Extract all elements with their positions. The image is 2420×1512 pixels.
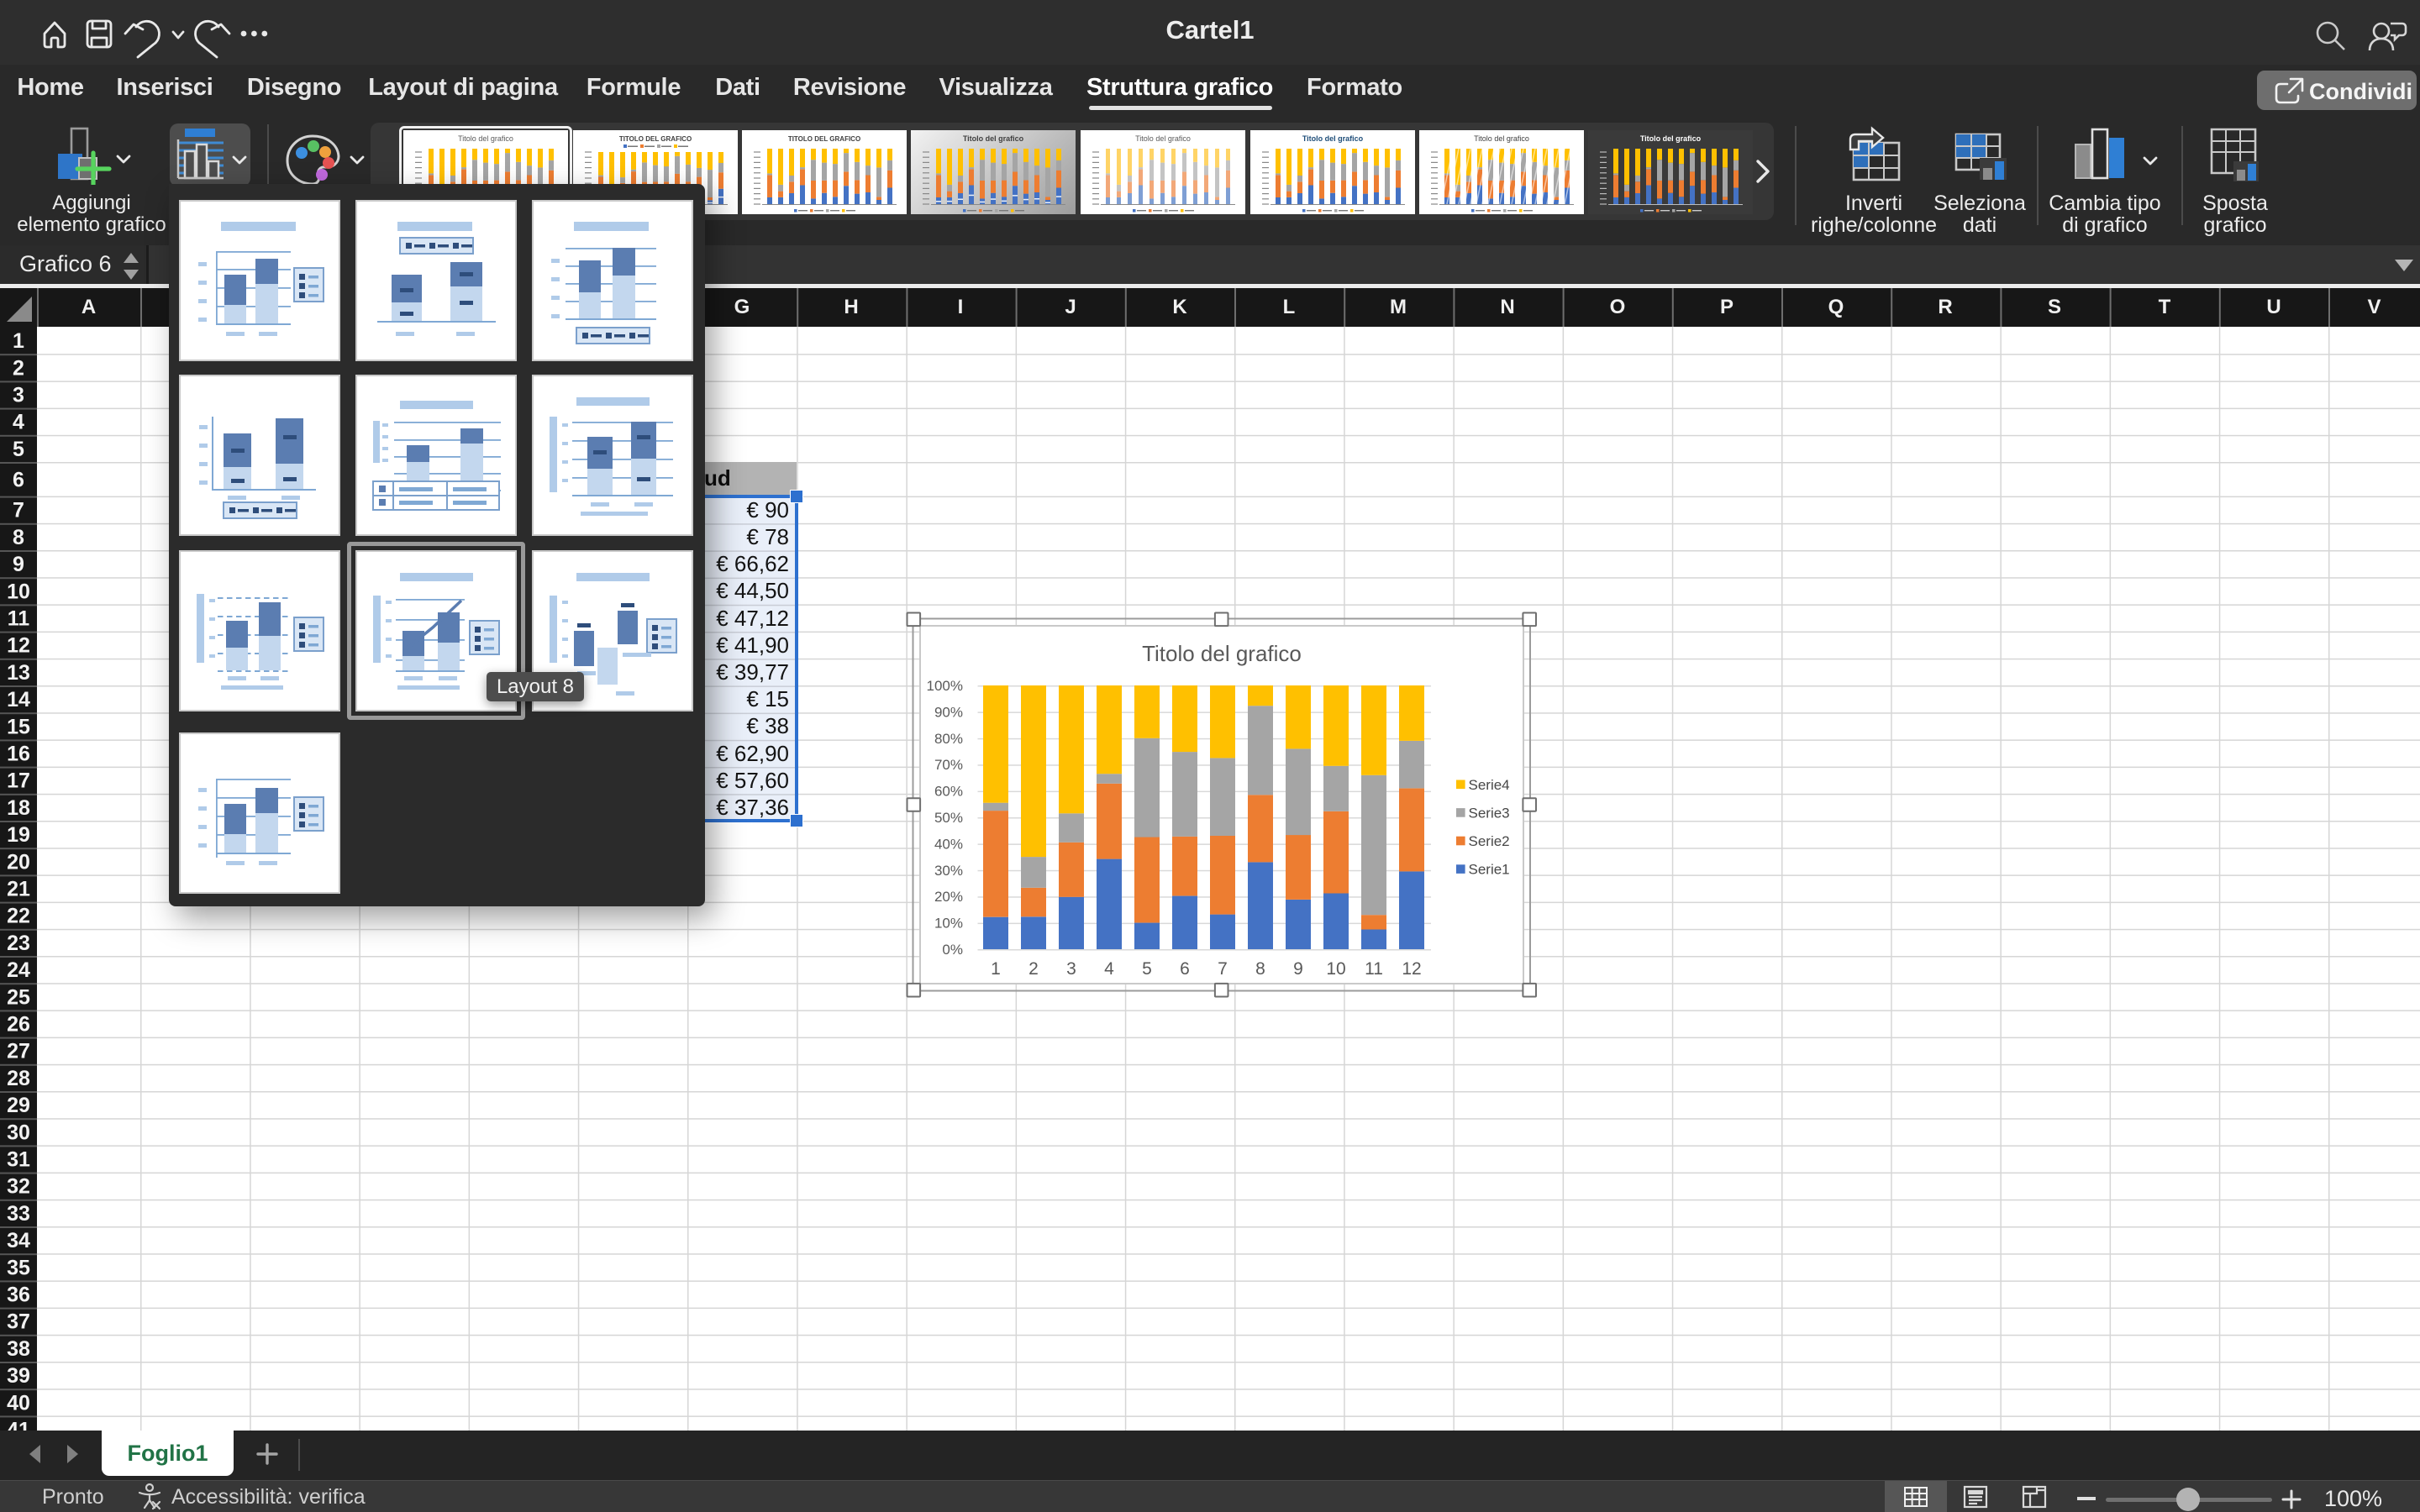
svg-text:9: 9 [13,553,24,576]
svg-text:Titolo del grafico: Titolo del grafico [1640,134,1702,143]
svg-text:Titolo del grafico: Titolo del grafico [1302,134,1364,143]
svg-text:1: 1 [991,959,1001,979]
svg-text:1: 1 [13,329,24,353]
svg-text:3: 3 [13,384,24,407]
svg-text:2: 2 [1028,959,1039,979]
svg-text:25: 25 [7,985,30,1009]
svg-text:28: 28 [7,1067,30,1090]
svg-text:37: 37 [7,1310,30,1334]
svg-text:33: 33 [7,1202,30,1226]
svg-text:31: 31 [7,1148,30,1172]
svg-text:90%: 90% [934,704,963,720]
svg-text:11: 11 [1365,959,1383,979]
svg-text:7: 7 [1218,959,1228,979]
svg-text:8: 8 [1255,959,1265,979]
svg-text:8: 8 [13,526,24,549]
svg-text:17: 17 [7,769,30,793]
svg-text:32: 32 [7,1175,30,1199]
svg-text:2: 2 [13,356,24,380]
svg-text:40: 40 [7,1391,30,1415]
svg-text:21: 21 [7,878,30,901]
svg-text:23: 23 [7,932,30,955]
svg-text:Serie2: Serie2 [1469,833,1510,849]
svg-text:0%: 0% [942,942,963,958]
svg-text:10: 10 [1326,959,1345,979]
svg-text:36: 36 [7,1284,30,1307]
svg-text:TITOLO DEL GRAFICO: TITOLO DEL GRAFICO [619,135,692,143]
svg-text:10: 10 [7,580,30,603]
svg-text:Titolo del grafico: Titolo del grafico [1474,134,1529,143]
svg-text:30%: 30% [934,863,963,879]
svg-text:6: 6 [13,468,24,491]
svg-text:20%: 20% [934,889,963,905]
svg-text:50%: 50% [934,810,963,826]
svg-text:60%: 60% [934,784,963,800]
svg-text:12: 12 [7,634,30,658]
svg-text:10%: 10% [934,916,963,932]
svg-text:12: 12 [1402,959,1421,979]
svg-text:13: 13 [7,661,30,685]
svg-text:39: 39 [7,1364,30,1388]
svg-text:Serie3: Serie3 [1469,805,1510,821]
svg-text:6: 6 [1180,959,1190,979]
svg-text:29: 29 [7,1094,30,1117]
svg-text:19: 19 [7,823,30,847]
svg-text:TITOLO DEL GRAFICO: TITOLO DEL GRAFICO [788,135,860,143]
svg-text:34: 34 [7,1229,30,1252]
svg-text:5: 5 [1142,959,1152,979]
svg-text:100%: 100% [927,678,963,694]
svg-text:4: 4 [1104,959,1114,979]
svg-text:16: 16 [7,743,30,766]
svg-text:Titolo del grafico: Titolo del grafico [1142,641,1302,666]
svg-text:5: 5 [13,438,24,461]
svg-text:27: 27 [7,1040,30,1063]
svg-text:Serie4: Serie4 [1469,777,1510,793]
svg-text:Serie1: Serie1 [1469,862,1510,878]
svg-text:35: 35 [7,1256,30,1279]
svg-text:20: 20 [7,850,30,874]
svg-text:7: 7 [13,499,24,522]
svg-text:14: 14 [7,688,30,711]
svg-text:41: 41 [7,1419,30,1431]
svg-text:22: 22 [7,905,30,928]
svg-text:Titolo del grafico: Titolo del grafico [1135,134,1191,143]
svg-text:70%: 70% [934,757,963,773]
svg-text:9: 9 [1293,959,1303,979]
svg-text:30: 30 [7,1121,30,1144]
svg-text:11: 11 [8,607,30,631]
svg-text:4: 4 [13,411,24,434]
svg-text:3: 3 [1066,959,1076,979]
svg-text:15: 15 [7,715,30,738]
svg-text:18: 18 [7,796,30,820]
svg-text:38: 38 [7,1337,30,1361]
svg-text:Titolo del grafico: Titolo del grafico [963,134,1024,143]
svg-text:40%: 40% [934,836,963,852]
svg-text:26: 26 [7,1013,30,1037]
svg-text:80%: 80% [934,731,963,747]
svg-text:24: 24 [7,958,30,982]
